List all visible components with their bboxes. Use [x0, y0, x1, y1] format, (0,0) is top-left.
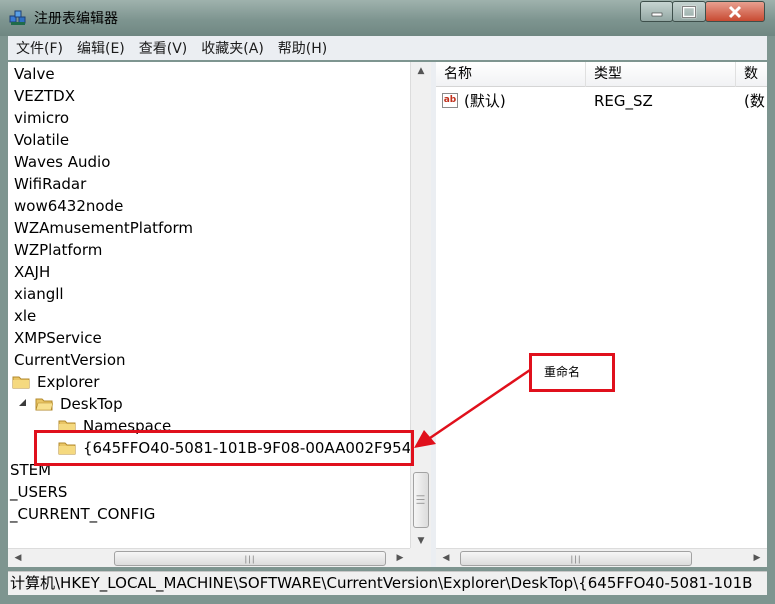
status-bar: 计算机\HKEY_LOCAL_MACHINE\SOFTWARE\CurrentV… [8, 571, 767, 595]
tree-item-volatile[interactable]: Volatile [14, 129, 69, 151]
folder-icon [12, 376, 30, 389]
tree-vertical-scrollbar[interactable]: ▲ ||| ▼ [410, 62, 431, 550]
close-icon [728, 5, 742, 18]
tree-item-currentversion[interactable]: CurrentVersion [14, 349, 126, 371]
tree-item-veztdx[interactable]: VEZTDX [14, 85, 75, 107]
scrollbar-corner [410, 548, 431, 567]
tree-item-wow6432node[interactable]: wow6432node [14, 195, 123, 217]
tree-item-xajh[interactable]: XAJH [14, 261, 50, 283]
value-name: (默认) [464, 92, 506, 110]
annotation-arrow [414, 368, 531, 448]
folder-open-icon [35, 398, 53, 411]
title-bar[interactable]: 注册表编辑器 [0, 0, 775, 36]
rename-callout: 重命名 [529, 353, 615, 392]
menu-help[interactable]: 帮助(H) [278, 38, 327, 58]
list-horizontal-scrollbar[interactable]: ◀ ||| ▶ [436, 548, 767, 567]
menu-favorites[interactable]: 收藏夹(A) [201, 38, 264, 58]
maximize-icon [681, 5, 697, 18]
tree-horizontal-scrollbar[interactable]: ◀ ||| ▶ [8, 548, 410, 567]
scroll-thumb[interactable]: ||| [114, 551, 386, 566]
scroll-left-icon[interactable]: ◀ [436, 549, 456, 567]
tree-item-explorer[interactable]: Explorer [37, 371, 99, 393]
tree-item-users[interactable]: _USERS [10, 481, 67, 503]
menu-bar: 文件(F) 编辑(E) 查看(V) 收藏夹(A) 帮助(H) [8, 36, 767, 60]
regedit-icon [9, 10, 26, 25]
value-type: REG_SZ [594, 92, 653, 110]
maximize-button[interactable] [672, 1, 706, 22]
tree-item-desktop[interactable]: DeskTop [60, 393, 123, 415]
scroll-up-icon[interactable]: ▲ [411, 62, 431, 80]
menu-file[interactable]: 文件(F) [16, 38, 63, 58]
tree-item-waves-audio[interactable]: Waves Audio [14, 151, 110, 173]
key-tree[interactable]: Valve VEZTDX vimicro Volatile Waves Audi… [8, 62, 431, 567]
list-item[interactable]: ab (默认) REG_SZ (数 [436, 90, 767, 112]
tree-item-xiangll[interactable]: xiangll [14, 283, 64, 305]
column-header-name[interactable]: 名称 [436, 62, 586, 87]
scroll-thumb[interactable]: ||| [460, 551, 692, 566]
menu-edit[interactable]: 编辑(E) [77, 38, 125, 58]
scroll-thumb[interactable]: ||| [413, 472, 429, 528]
tree-item-current-config[interactable]: _CURRENT_CONFIG [10, 503, 155, 525]
tree-item-wzplatform[interactable]: WZPlatform [14, 239, 102, 261]
tree-item-vimicro[interactable]: vimicro [14, 107, 69, 129]
minimize-button[interactable] [640, 1, 673, 22]
close-button[interactable] [705, 1, 765, 22]
tree-item-valve[interactable]: Valve [14, 63, 55, 85]
window-title: 注册表编辑器 [34, 11, 118, 27]
expanded-arrow-icon[interactable] [18, 398, 27, 407]
value-data: (数 [744, 92, 765, 110]
list-header: 名称 类型 数 [436, 62, 767, 87]
menu-view[interactable]: 查看(V) [139, 38, 188, 58]
tree-item-xle[interactable]: xle [14, 305, 36, 327]
tree-item-xmpservice[interactable]: XMPService [14, 327, 102, 349]
tree-item-wzamusementplatform[interactable]: WZAmusementPlatform [14, 217, 193, 239]
string-value-icon: ab [442, 93, 458, 108]
column-header-type[interactable]: 类型 [586, 62, 736, 87]
minimize-icon [651, 12, 662, 16]
scroll-left-icon[interactable]: ◀ [8, 549, 28, 567]
value-list[interactable]: 名称 类型 数 ab (默认) REG_SZ (数 [436, 62, 767, 567]
scroll-right-icon[interactable]: ▶ [390, 549, 410, 567]
scroll-right-icon[interactable]: ▶ [747, 549, 767, 567]
column-header-data[interactable]: 数 [736, 62, 767, 87]
tree-item-wifiradar[interactable]: WifiRadar [14, 173, 86, 195]
highlight-box [34, 430, 414, 466]
